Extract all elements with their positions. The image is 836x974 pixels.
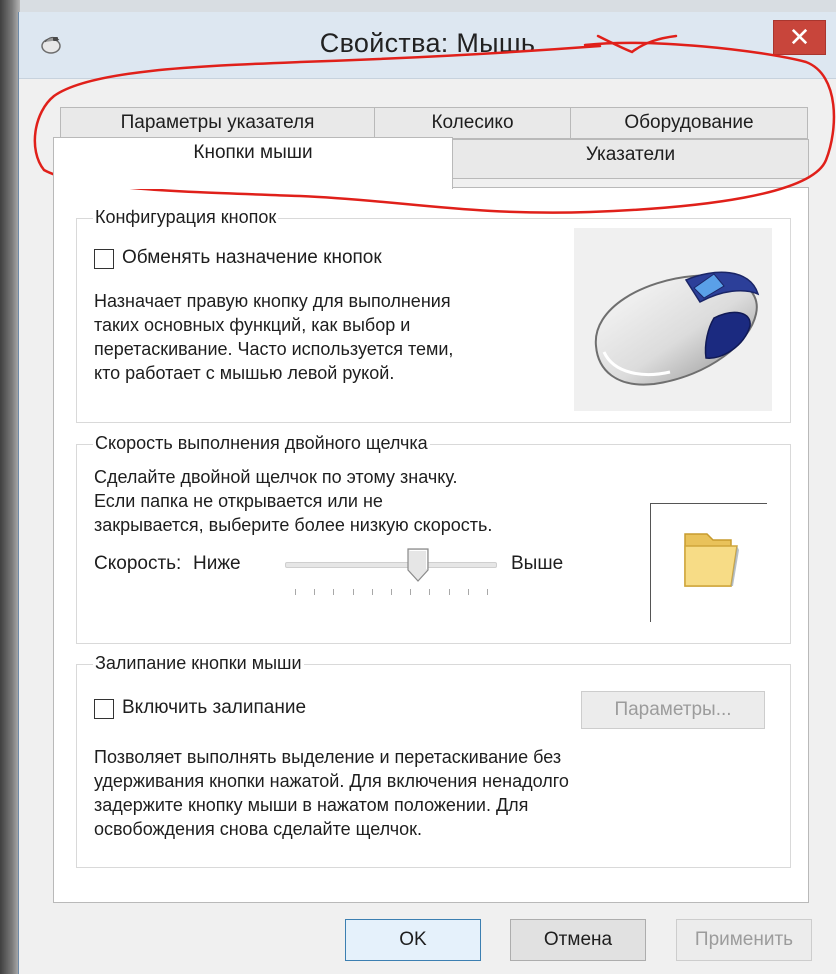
double-click-description: Сделайте двойной щелчок по этому значку.…: [94, 465, 614, 537]
group-title: Скорость выполнения двойного щелчка: [93, 433, 430, 454]
tab-label: Оборудование: [624, 112, 754, 133]
tab-hardware[interactable]: Оборудование: [570, 107, 808, 139]
double-click-speed-group: Скорость выполнения двойного щелчка Сдел…: [76, 433, 791, 644]
cancel-button[interactable]: Отмена: [510, 919, 646, 961]
mouse-preview: [574, 228, 772, 411]
description-line: перетаскивание. Часто используется теми,: [94, 339, 454, 359]
slider-tick: [410, 589, 411, 595]
speed-low-label: Ниже: [193, 553, 241, 574]
close-icon: ✕: [788, 22, 811, 52]
slider-tick: [333, 589, 334, 595]
folder-icon[interactable]: [671, 520, 751, 600]
click-lock-group: Залипание кнопки мыши Включить залипание…: [76, 653, 791, 868]
speed-label: Скорость:: [94, 553, 182, 574]
description-line: Позволяет выполнять выделение и перетаск…: [94, 747, 562, 767]
slider-tick: [295, 589, 296, 595]
tab-label: Колесико: [431, 112, 514, 133]
click-lock-settings-button[interactable]: Параметры...: [581, 691, 765, 729]
slider-track[interactable]: [285, 562, 497, 568]
tab-label: Кнопки мыши: [193, 142, 313, 163]
close-button[interactable]: ✕: [773, 20, 826, 55]
double-click-speed-slider[interactable]: [285, 545, 497, 605]
group-title: Конфигурация кнопок: [93, 207, 279, 228]
title-bar[interactable]: Свойства: Мышь ✕: [19, 12, 836, 79]
click-lock-label[interactable]: Включить залипание: [122, 697, 306, 719]
description-line: задержите кнопку мыши в нажатом положени…: [94, 795, 529, 815]
slider-thumb[interactable]: [407, 548, 429, 582]
slider-tick: [353, 589, 354, 595]
slider-tick: [487, 589, 488, 595]
swap-description: Назначает правую кнопку для выполнения т…: [94, 289, 574, 385]
mouse-icon: [594, 271, 760, 386]
slider-tick: [391, 589, 392, 595]
description-line: Назначает правую кнопку для выполнения: [94, 291, 451, 311]
tab-pointers[interactable]: Указатели: [452, 139, 809, 179]
tab-wheel[interactable]: Колесико: [374, 107, 571, 139]
tab-pointer-options[interactable]: Параметры указателя: [60, 107, 375, 139]
description-line: удерживания кнопки нажатой. Для включени…: [94, 771, 569, 791]
slider-tick: [429, 589, 430, 595]
apply-button[interactable]: Применить: [676, 919, 812, 961]
group-title: Залипание кнопки мыши: [93, 653, 304, 674]
tab-label: Параметры указателя: [120, 112, 315, 133]
description-line: кто работает с мышью левой рукой.: [94, 363, 395, 383]
swap-buttons-checkbox[interactable]: [94, 249, 114, 269]
click-lock-checkbox[interactable]: [94, 699, 114, 719]
slider-ticks: [285, 589, 497, 597]
slider-tick: [372, 589, 373, 595]
tab-label: Указатели: [585, 144, 676, 165]
click-lock-description: Позволяет выполнять выделение и перетаск…: [94, 745, 774, 841]
description-line: Сделайте двойной щелчок по этому значку.: [94, 467, 458, 487]
dialog-client: Параметры указателя Колесико Оборудовани…: [19, 79, 836, 974]
tab-buttons[interactable]: Кнопки мыши: [53, 137, 453, 189]
slider-tick: [314, 589, 315, 595]
button-configuration-group: Конфигурация кнопок Обменять назначение …: [76, 207, 791, 423]
swap-buttons-label[interactable]: Обменять назначение кнопок: [122, 247, 382, 269]
buttons-tab-panel: Конфигурация кнопок Обменять назначение …: [53, 187, 809, 903]
speed-high-label: Выше: [511, 553, 564, 574]
double-click-test-area[interactable]: [650, 503, 767, 622]
window-title: Свойства: Мышь: [319, 28, 536, 58]
description-line: таких основных функций, как выбор и: [94, 315, 411, 335]
slider-tick: [449, 589, 450, 595]
description-line: освобождения снова сделайте щелчок.: [94, 819, 423, 839]
mouse-properties-dialog: Свойства: Мышь ✕ Параметры указателя Кол…: [18, 12, 836, 974]
ok-button[interactable]: OK: [345, 919, 481, 961]
desktop-left-edge: [0, 0, 20, 974]
description-line: закрывается, выберите более низкую скоро…: [94, 515, 493, 535]
description-line: Если папка не открывается или не: [94, 491, 383, 511]
slider-tick: [468, 589, 469, 595]
